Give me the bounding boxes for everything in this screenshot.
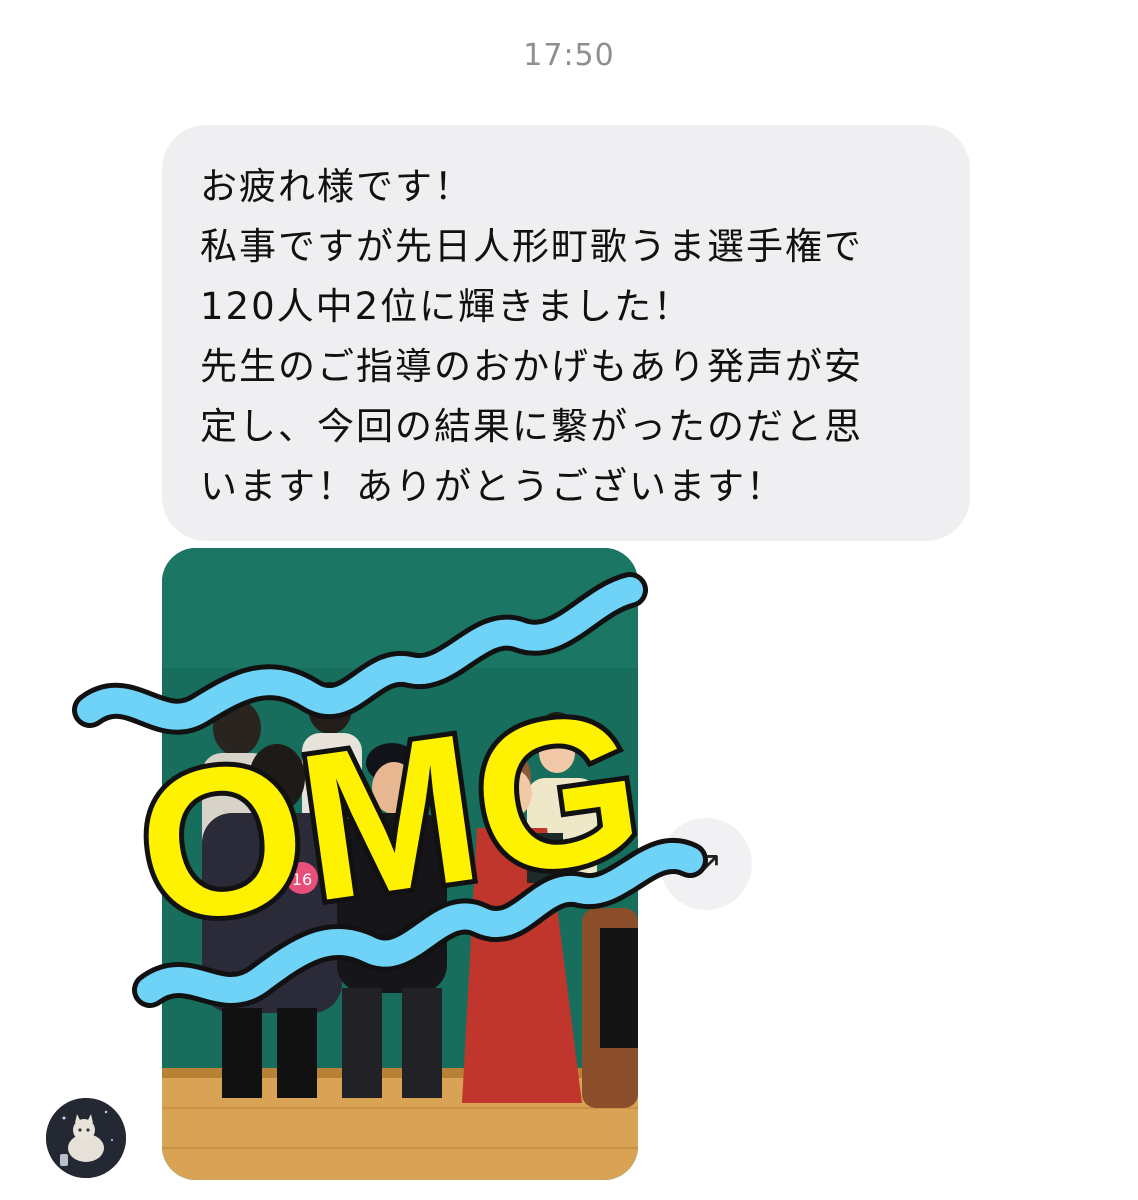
message-line: 先生のご指導のおかげもあり発声が安	[200, 345, 863, 388]
omg-sticker: OMG	[72, 572, 708, 1008]
cat-avatar-icon	[46, 1098, 126, 1178]
message-line: います！ありがとうございます！	[200, 465, 785, 508]
incoming-message-bubble[interactable]: お疲れ様です！ 私事ですが先日人形町歌うま選手権で 120人中2位に輝きました！…	[162, 125, 970, 541]
message-line: 120人中2位に輝きました！	[200, 285, 693, 328]
sender-avatar[interactable]	[46, 1098, 126, 1178]
message-timestamp: 17:50	[523, 38, 615, 73]
message-line: お疲れ様です！	[200, 165, 473, 208]
message-line: 定し、今回の結果に繋がったのだと思	[200, 405, 863, 448]
message-line: 私事ですが先日人形町歌うま選手権で	[200, 225, 863, 268]
